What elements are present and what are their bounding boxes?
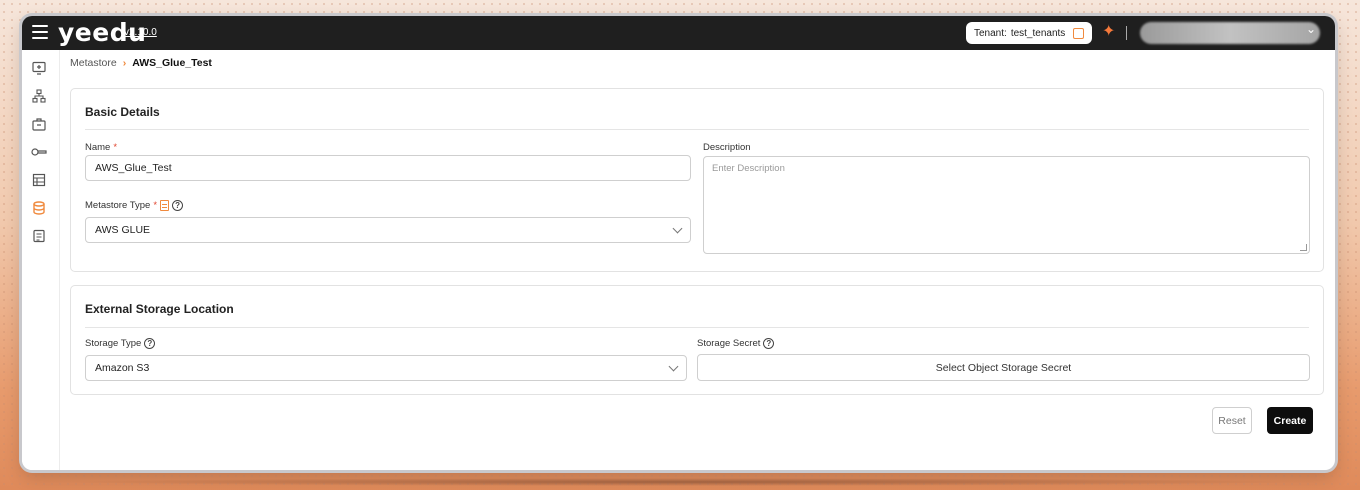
required-marker: *	[153, 200, 158, 211]
name-field[interactable]: AWS_Glue_Test	[85, 155, 691, 181]
storage-secret-label-text: Storage Secret	[697, 338, 761, 349]
basic-details-title: Basic Details	[85, 105, 160, 119]
reset-button[interactable]: Reset	[1212, 407, 1252, 434]
name-label-text: Name	[85, 142, 111, 153]
metastore-type-label: Metastore Type * ?	[85, 200, 184, 211]
table-grid-icon[interactable]	[31, 172, 47, 188]
briefcase-icon[interactable]	[31, 116, 47, 132]
key-icon[interactable]	[31, 144, 47, 160]
help-icon[interactable]: ?	[172, 200, 184, 211]
chevron-down-icon	[668, 361, 679, 372]
hamburger-menu-icon[interactable]	[32, 25, 48, 39]
required-marker: *	[113, 142, 118, 153]
metastore-type-label-text: Metastore Type	[85, 200, 151, 211]
breadcrumb: Metastore › AWS_Glue_Test	[70, 57, 212, 69]
cluster-hierarchy-icon[interactable]	[31, 88, 47, 104]
chevron-right-icon: ›	[122, 57, 127, 69]
name-label: Name *	[85, 142, 117, 153]
description-label: Description	[703, 142, 751, 153]
storage-type-value: Amazon S3	[95, 362, 150, 374]
top-bar: yeedu v2.10.0 Tenant: test_tenants ✦ ⌄	[22, 16, 1335, 50]
divider	[85, 327, 1309, 328]
create-button[interactable]: Create	[1267, 407, 1313, 434]
help-icon[interactable]: ?	[763, 338, 775, 349]
divider	[1126, 26, 1127, 40]
metastore-type-value: AWS GLUE	[95, 224, 151, 236]
external-storage-card: External Storage Location Storage Type ?…	[70, 285, 1324, 395]
divider	[85, 129, 1309, 130]
help-icon[interactable]: ?	[144, 338, 156, 349]
notes-icon[interactable]	[31, 228, 47, 244]
tenant-value: test_tenants	[1010, 27, 1066, 39]
external-storage-title: External Storage Location	[85, 302, 234, 316]
user-account-blurred[interactable]	[1140, 22, 1320, 44]
storage-type-label-text: Storage Type	[85, 338, 142, 349]
description-textarea[interactable]: Enter Description	[703, 156, 1310, 254]
chevron-down-icon	[672, 223, 683, 234]
document-icon[interactable]	[160, 200, 170, 211]
metastore-type-select[interactable]: AWS GLUE	[85, 217, 691, 243]
select-storage-secret-button[interactable]: Select Object Storage Secret	[697, 354, 1310, 381]
chevron-down-icon[interactable]: ⌄	[1306, 22, 1316, 36]
breadcrumb-parent[interactable]: Metastore	[70, 57, 117, 69]
database-icon[interactable]	[31, 200, 47, 216]
monitor-plus-icon[interactable]	[31, 60, 47, 76]
tenant-label: Tenant:	[974, 27, 1007, 39]
version-link[interactable]: v2.10.0	[124, 27, 157, 38]
storage-secret-label: Storage Secret ?	[697, 338, 775, 349]
window-shadow	[60, 478, 1300, 486]
resize-handle-icon[interactable]	[1300, 244, 1307, 251]
external-link-icon	[1073, 27, 1085, 39]
description-placeholder: Enter Description	[712, 163, 785, 174]
tenant-selector[interactable]: Tenant: test_tenants	[966, 22, 1093, 44]
basic-details-card: Basic Details Name * AWS_Glue_Test Metast…	[70, 88, 1324, 272]
storage-type-select[interactable]: Amazon S3	[85, 355, 687, 381]
sidebar	[22, 50, 60, 470]
breadcrumb-current: AWS_Glue_Test	[132, 57, 212, 69]
storage-type-label: Storage Type ?	[85, 338, 156, 349]
sparkle-icon[interactable]: ✦	[1102, 24, 1115, 40]
app-window: yeedu v2.10.0 Tenant: test_tenants ✦ ⌄ M…	[22, 16, 1335, 470]
